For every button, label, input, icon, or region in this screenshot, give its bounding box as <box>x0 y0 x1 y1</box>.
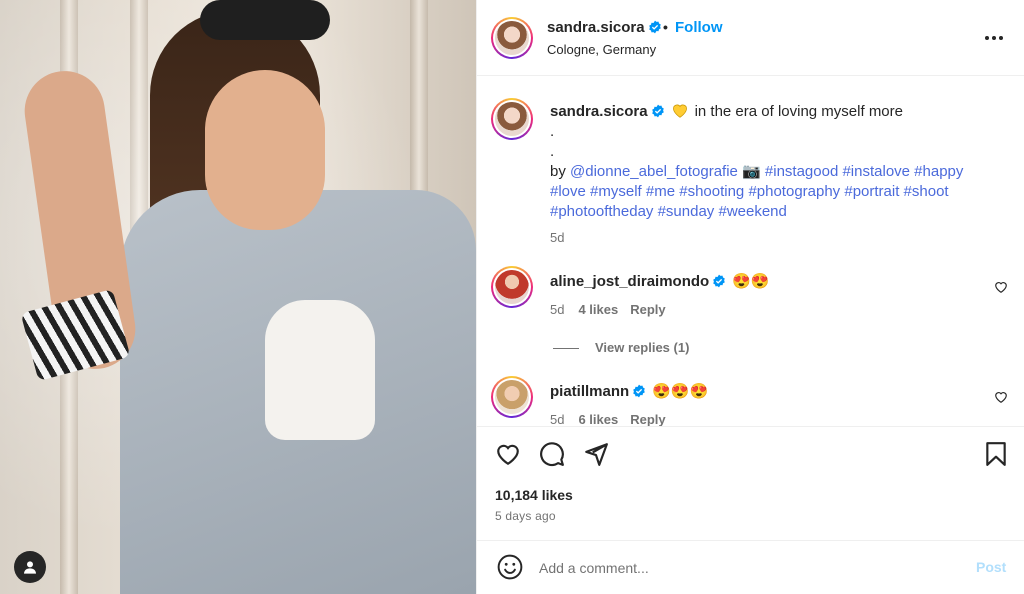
like-comment-heart-icon[interactable] <box>994 280 1008 294</box>
caption-text: in the era of loving myself more <box>694 103 903 120</box>
comment-username[interactable]: aline_jost_diraimondo <box>550 273 709 290</box>
comment-likes[interactable]: 4 likes <box>578 302 618 317</box>
comment-text: 😍😍😍 <box>652 383 709 400</box>
commenter-avatar[interactable] <box>491 266 533 308</box>
bookmark-icon[interactable] <box>983 441 1009 467</box>
comment-meta: 5d 6 likes Reply <box>550 412 666 426</box>
photo-sunglasses <box>200 0 330 40</box>
reply-button[interactable]: Reply <box>630 412 665 426</box>
separator-dot: • <box>663 19 668 35</box>
post-header: sandra.sicora • Follow Cologne, Germany <box>477 0 1024 76</box>
author-avatar[interactable] <box>491 17 533 59</box>
post-location[interactable]: Cologne, Germany <box>547 42 656 57</box>
more-icon <box>985 36 1003 40</box>
caption-author-avatar[interactable] <box>491 98 533 140</box>
view-replies-button[interactable]: View replies (1) <box>553 340 689 355</box>
caption-line: . <box>550 143 555 160</box>
comment-row: aline_jost_diraimondo 😍😍 <box>550 272 770 290</box>
post-actions: 10,184 likes 5 days ago <box>477 426 1024 554</box>
hashtag-links[interactable]: #photooftheday #sunday #weekend <box>550 202 1005 222</box>
camera-emoji: 📷 <box>742 163 761 180</box>
yellow-heart-icon <box>672 104 687 118</box>
caption-by: by <box>550 163 566 180</box>
comment-likes[interactable]: 6 likes <box>578 412 618 426</box>
view-replies-line <box>553 348 579 350</box>
comments-section[interactable]: sandra.sicora in the era of loving myself… <box>477 76 1024 426</box>
comment-input[interactable] <box>537 555 961 581</box>
author-username[interactable]: sandra.sicora <box>547 19 645 36</box>
author-username-row: sandra.sicora <box>547 19 662 37</box>
comment-meta: 5d 4 likes Reply <box>550 302 666 317</box>
verified-icon <box>648 20 661 34</box>
comment-icon[interactable] <box>539 441 565 467</box>
post-side-panel: sandra.sicora • Follow Cologne, Germany … <box>476 0 1024 594</box>
share-icon[interactable] <box>583 441 609 467</box>
hashtag-links[interactable]: #love #myself #me #shooting #photography… <box>550 182 1005 202</box>
verified-icon <box>651 104 664 118</box>
comment-row: piatillmann 😍😍😍 <box>550 382 708 400</box>
post-time: 5 days ago <box>495 509 556 523</box>
post-caption: sandra.sicora in the era of loving myself… <box>550 102 1005 248</box>
photo-face <box>205 70 325 230</box>
reply-button[interactable]: Reply <box>630 302 665 317</box>
view-replies-label: View replies (1) <box>595 340 690 355</box>
likes-count[interactable]: 10,184 likes <box>495 487 573 503</box>
tagged-users-button[interactable] <box>14 551 46 583</box>
like-comment-heart-icon[interactable] <box>994 390 1008 404</box>
comment-age: 5d <box>550 412 565 426</box>
caption-username[interactable]: sandra.sicora <box>550 103 648 120</box>
caption-line: . <box>550 123 555 140</box>
comment-text: 😍😍 <box>732 273 770 290</box>
comment-age: 5d <box>550 302 565 317</box>
comment-username[interactable]: piatillmann <box>550 383 629 400</box>
more-options-button[interactable] <box>982 26 1006 50</box>
heart-icon[interactable] <box>495 441 521 467</box>
commenter-avatar[interactable] <box>491 376 533 418</box>
hashtag-links[interactable]: #instagood #instalove #happy <box>765 163 964 180</box>
verified-icon <box>633 384 645 398</box>
mention-link[interactable]: @dionne_abel_fotografie <box>570 163 738 180</box>
verified-icon <box>713 274 725 288</box>
photo-top <box>265 300 375 440</box>
post-photo[interactable] <box>0 0 476 594</box>
post-comment-button[interactable]: Post <box>976 559 1006 575</box>
add-comment-bar: Post <box>477 540 1024 594</box>
follow-button[interactable]: Follow <box>675 19 723 36</box>
user-icon <box>24 561 36 574</box>
caption-age: 5d <box>550 230 565 245</box>
emoji-icon[interactable] <box>497 554 523 580</box>
